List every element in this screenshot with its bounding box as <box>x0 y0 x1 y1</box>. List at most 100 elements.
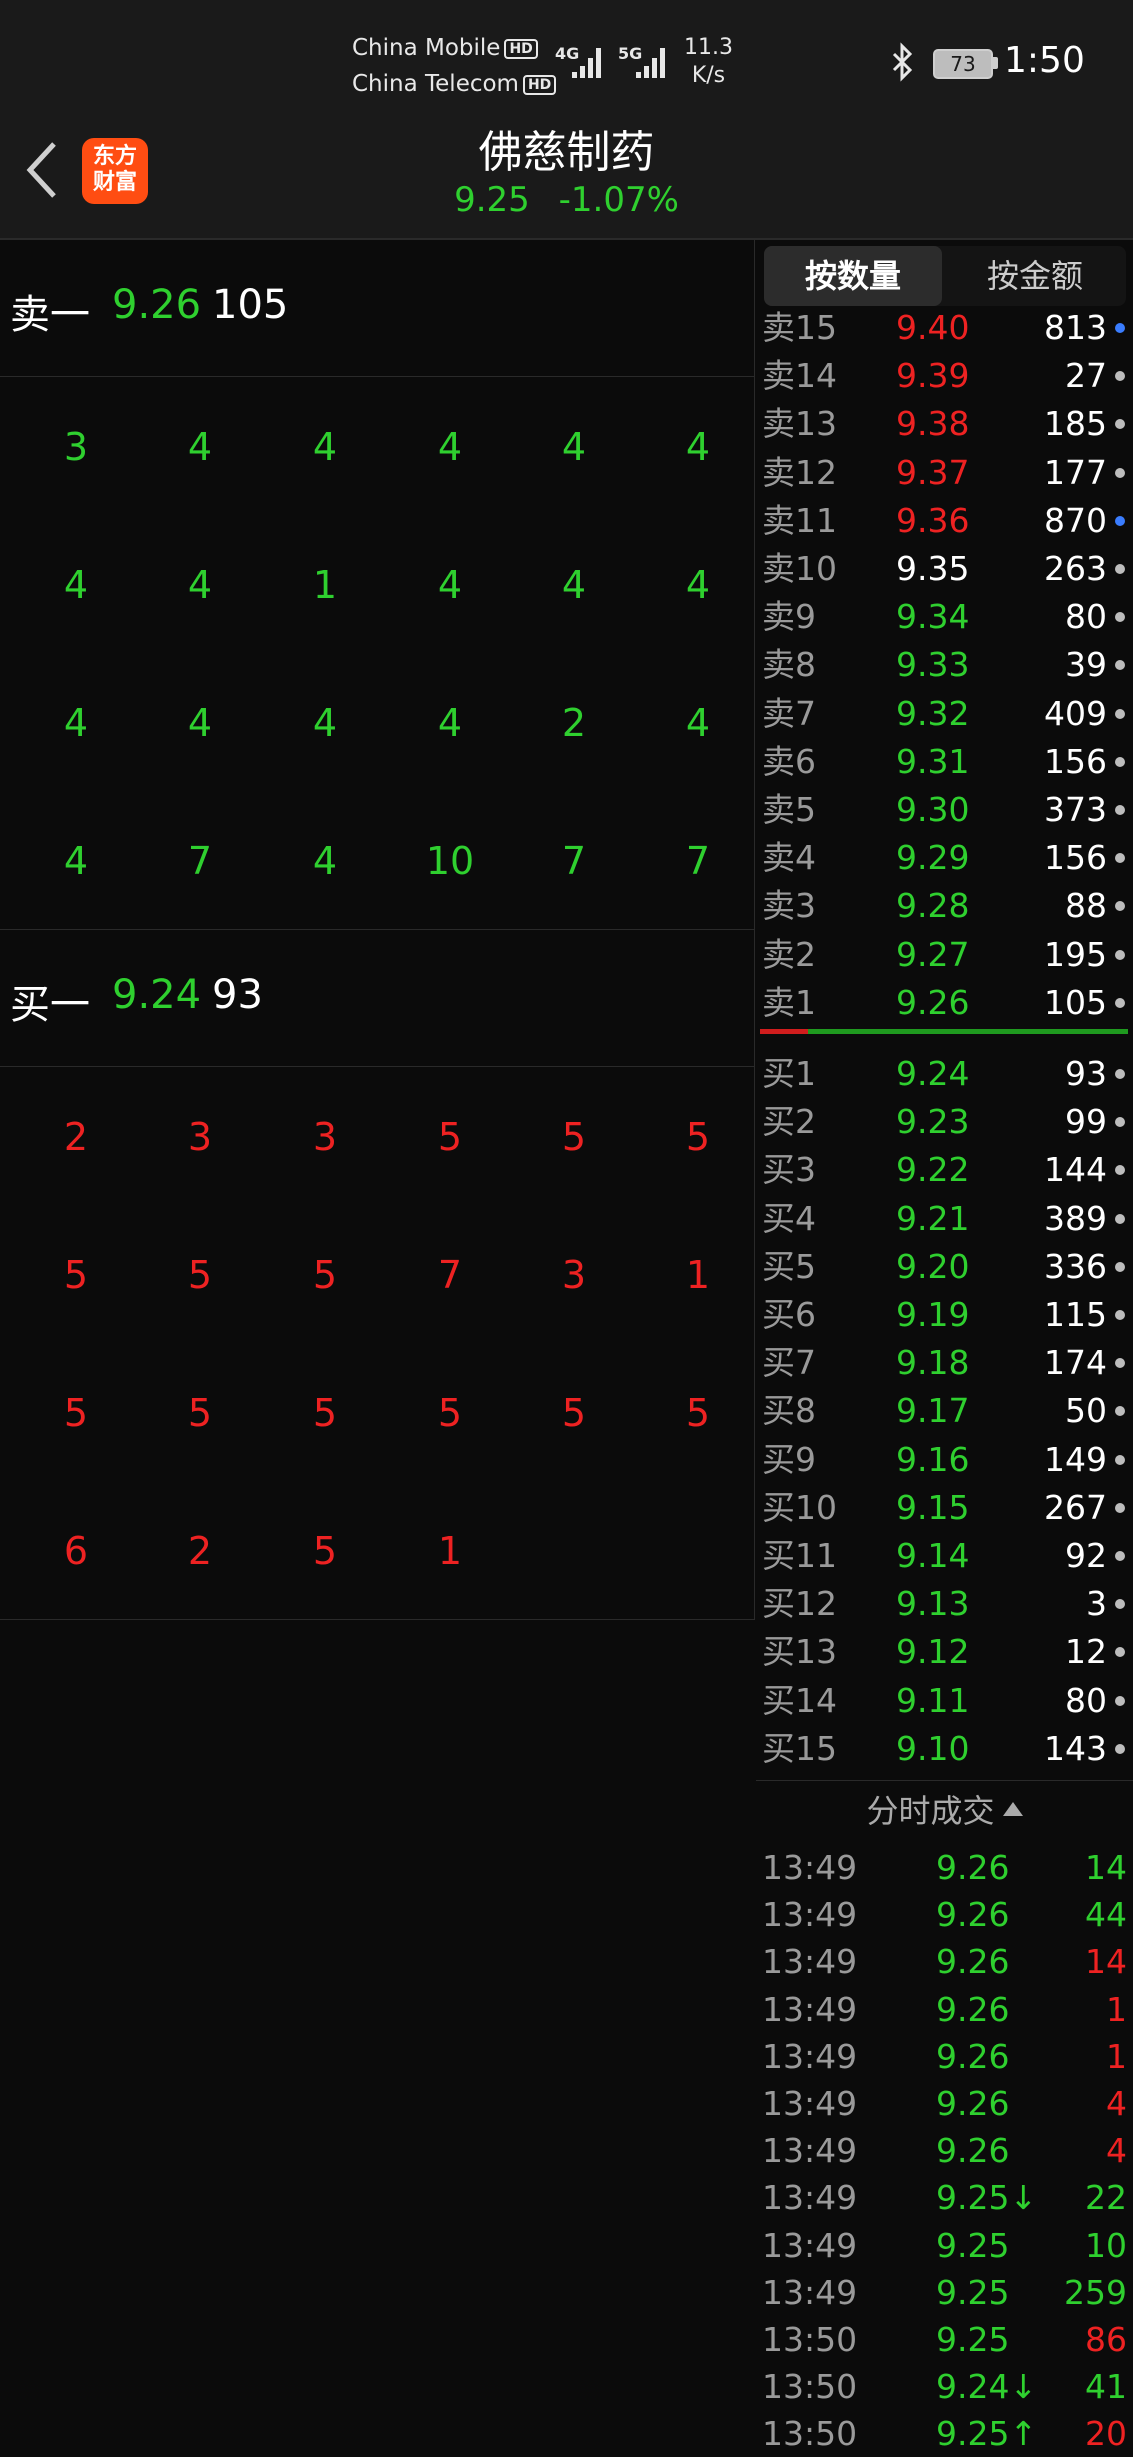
bid-level-label: 买3 <box>762 1150 816 1190</box>
spread-bar-red <box>760 1029 808 1034</box>
tick-price: 9.25 <box>936 2320 1010 2359</box>
tick-volume: 1 <box>1106 2036 1127 2076</box>
bid-level-price: 9.19 <box>896 1295 970 1334</box>
ask-level-row[interactable]: 卖1 9.26 105 <box>756 979 1133 1027</box>
ask-level-row[interactable]: 卖7 9.32 409 <box>756 690 1133 738</box>
queue-order-size: 5 <box>312 1253 338 1297</box>
sell-one-label: 卖一 <box>10 292 90 338</box>
level-indicator-dot <box>1115 419 1125 430</box>
queue-order-size: 5 <box>312 1529 338 1573</box>
ask-level-row[interactable]: 卖9 9.34 80 <box>756 593 1133 641</box>
level-indicator-dot <box>1115 949 1125 960</box>
queue-order-size: 5 <box>685 1391 711 1435</box>
bid-level-volume: 93 <box>1065 1054 1107 1093</box>
ask-level-label: 卖10 <box>762 549 837 588</box>
buy-one-row[interactable]: 买一 9.24 93 <box>0 930 754 1067</box>
bid-level-row[interactable]: 买3 9.22 144 <box>756 1146 1133 1194</box>
ask-level-row[interactable]: 卖4 9.29 156 <box>756 834 1133 882</box>
tab-by-volume[interactable]: 按数量 <box>764 246 942 306</box>
bid-level-row[interactable]: 买9 9.16 149 <box>756 1436 1133 1484</box>
queue-order-size: 4 <box>437 425 463 469</box>
queue-order-size: 5 <box>685 1115 711 1159</box>
network-speed-unit: K/s <box>691 63 726 88</box>
bid-level-row[interactable]: 买11 9.14 92 <box>756 1532 1133 1580</box>
ask-level-price: 9.31 <box>896 741 970 781</box>
buy-one-price: 9.24 <box>112 972 202 1018</box>
bid-level-row[interactable]: 买13 9.12 12 <box>756 1628 1133 1676</box>
ask-level-row[interactable]: 卖2 9.27 195 <box>756 931 1133 979</box>
queue-order-size: 5 <box>187 1253 213 1297</box>
bid-level-row[interactable]: 买6 9.19 115 <box>756 1291 1133 1339</box>
ask-level-row[interactable]: 卖15 9.40 813 <box>756 304 1133 352</box>
level-indicator-dot <box>1115 1117 1125 1128</box>
tab-by-amount[interactable]: 按金额 <box>946 246 1124 306</box>
tick-volume: 259 <box>1064 2272 1127 2312</box>
ask-level-label: 卖6 <box>762 741 816 781</box>
bid-level-row[interactable]: 买5 9.20 336 <box>756 1243 1133 1291</box>
queue-row: 5 5 5 7 3 1 <box>0 1205 754 1343</box>
network-speed-value: 11.3 <box>684 35 733 60</box>
tick-volume: 4 <box>1106 2131 1127 2171</box>
bid-level-row[interactable]: 买10 9.15 267 <box>756 1484 1133 1532</box>
tick-row: 13:49 9.26 1 <box>756 1986 1133 2033</box>
bid-level-price: 9.15 <box>896 1487 970 1527</box>
ask-level-volume: 156 <box>1044 741 1107 781</box>
tick-row: 13:49 9.26 14 <box>756 1938 1133 1985</box>
ask-level-volume: 156 <box>1044 838 1107 878</box>
ask-level-volume: 870 <box>1044 500 1107 540</box>
ask-level-price: 9.39 <box>896 356 970 396</box>
ticks-header[interactable]: 分时成交 <box>756 1780 1133 1841</box>
bid-level-label: 买13 <box>762 1632 837 1672</box>
queue-order-size: 10 <box>425 839 475 883</box>
ask-level-row[interactable]: 卖13 9.38 185 <box>756 400 1133 448</box>
bid-level-price: 9.24 <box>896 1054 970 1093</box>
ask-level-row[interactable]: 卖6 9.31 156 <box>756 738 1133 786</box>
tick-price: 9.25 <box>936 2225 1010 2265</box>
level-indicator-dot <box>1115 1310 1125 1320</box>
bid-level-row[interactable]: 买2 9.23 99 <box>756 1098 1133 1146</box>
ask-level-row[interactable]: 卖14 9.39 27 <box>756 352 1133 400</box>
ask-level-volume: 39 <box>1065 645 1107 685</box>
bid-level-row[interactable]: 买15 9.10 143 <box>756 1725 1133 1773</box>
bid-level-row[interactable]: 买1 9.24 93 <box>756 1050 1133 1098</box>
ask-level-row[interactable]: 卖3 9.28 88 <box>756 882 1133 930</box>
tick-time: 13:49 <box>762 1895 858 1935</box>
queue-order-size: 1 <box>312 563 338 607</box>
bid-level-row[interactable]: 买14 9.11 80 <box>756 1677 1133 1725</box>
ask-level-volume: 195 <box>1044 934 1107 974</box>
level-indicator-dot <box>1115 1454 1125 1465</box>
bid-level-row[interactable]: 买7 9.18 174 <box>756 1339 1133 1387</box>
queue-row: 4 7 4 10 7 7 <box>0 791 754 929</box>
tick-volume: 1 <box>1106 1989 1127 2029</box>
ask-level-row[interactable]: 卖5 9.30 373 <box>756 786 1133 834</box>
level-indicator-dot <box>1115 1502 1125 1513</box>
bid-level-row[interactable]: 买8 9.17 50 <box>756 1387 1133 1435</box>
ask-level-volume: 813 <box>1044 308 1107 347</box>
queue-order-size: 4 <box>312 425 338 469</box>
ask-level-price: 9.29 <box>896 838 970 878</box>
order-book[interactable]: 卖15 9.40 813 卖14 9.39 27 卖13 9.38 185 卖12 9.37 177 卖… <box>756 304 1133 1776</box>
tick-row: 13:49 9.26 1 <box>756 2033 1133 2080</box>
queue-order-size: 4 <box>187 701 213 745</box>
ask-level-row[interactable]: 卖8 9.33 39 <box>756 641 1133 689</box>
level-indicator-dot <box>1115 323 1125 333</box>
bid-level-row[interactable]: 买12 9.13 3 <box>756 1580 1133 1628</box>
bid-level-label: 买4 <box>762 1198 816 1238</box>
level-indicator-dot <box>1115 1406 1125 1417</box>
ask-level-row[interactable]: 卖12 9.37 177 <box>756 449 1133 497</box>
tick-price: 9.26 <box>936 1848 1010 1887</box>
stock-name: 佛慈制药 <box>478 127 655 178</box>
sell-one-row[interactable]: 卖一 9.26 105 <box>0 240 754 377</box>
level-indicator-dot <box>1115 805 1125 815</box>
level-indicator-dot <box>1115 1551 1125 1561</box>
ask-level-row[interactable]: 卖11 9.36 870 <box>756 497 1133 545</box>
battery-tip <box>993 57 998 69</box>
ask-level-row[interactable]: 卖10 9.35 263 <box>756 545 1133 593</box>
bid-level-row[interactable]: 买4 9.21 389 <box>756 1195 1133 1243</box>
tick-time: 13:50 <box>762 2414 858 2454</box>
ask-level-label: 卖15 <box>762 308 837 347</box>
ask-level-label: 卖12 <box>762 452 837 492</box>
tick-volume: 41 <box>1085 2367 1127 2407</box>
ask-level-price: 9.34 <box>896 597 970 637</box>
ask-level-price: 9.35 <box>896 549 970 588</box>
